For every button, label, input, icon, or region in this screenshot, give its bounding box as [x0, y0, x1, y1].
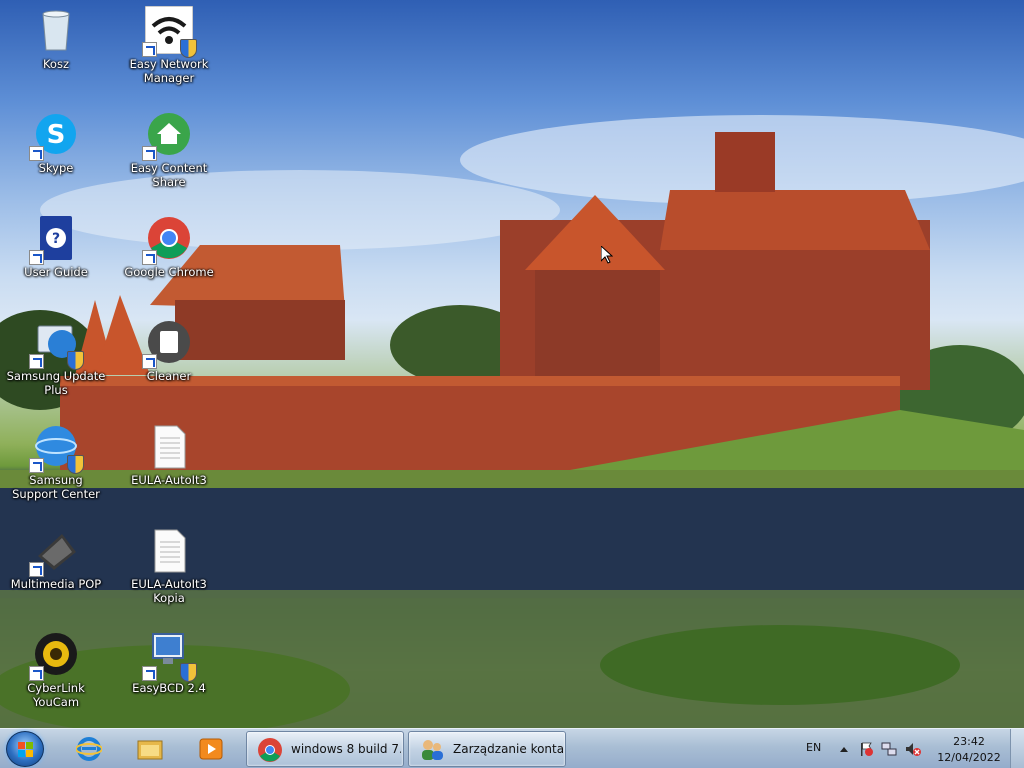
shortcut-arrow-icon: [142, 354, 157, 369]
desktop-icon-easy-network-manager[interactable]: Easy Network Manager: [118, 5, 220, 85]
desktop-icon-samsung-update-plus[interactable]: Samsung Update Plus: [5, 318, 107, 397]
desktop-icon-skype[interactable]: S Skype: [5, 110, 107, 175]
svg-text:?: ?: [52, 231, 60, 247]
content-share-icon: [142, 110, 193, 161]
desktop-icon-label: Easy Content Share: [130, 161, 208, 189]
internet-explorer-icon: [76, 737, 102, 761]
desktop-icon-label: EULA-AutoIt3: [131, 473, 207, 487]
show-hidden-icons-icon[interactable]: [836, 741, 852, 757]
shortcut-arrow-icon: [142, 250, 157, 265]
desktop-icon-label: Google Chrome: [124, 265, 214, 279]
taskbar-pin-media-player[interactable]: [184, 731, 238, 767]
volume-muted-icon[interactable]: [905, 741, 921, 757]
desktop-icon-label: Samsung Update Plus: [6, 369, 106, 397]
desktop-icon-label: User Guide: [24, 265, 88, 279]
taskbar: windows 8 build 7... Zarządzanie konta..…: [0, 728, 1024, 768]
help-book-icon: ?: [29, 214, 80, 265]
desktop-icon-easybcd[interactable]: EasyBCD 2.4: [118, 630, 220, 695]
desktop-icon-label: Multimedia POP: [10, 577, 102, 591]
cleaner-icon: [142, 318, 193, 369]
system-clock[interactable]: 23:42 12/04/2022: [934, 734, 1004, 766]
desktop-icon-label: CyberLink YouCam: [27, 681, 85, 709]
show-desktop-button[interactable]: [1010, 729, 1024, 768]
desktop-icon-label: Kosz: [42, 57, 70, 71]
file-explorer-icon: [137, 740, 163, 760]
taskbar-pin-file-explorer[interactable]: [123, 731, 177, 767]
uac-shield-icon: [180, 39, 197, 58]
desktop-icon-label: Samsung Support Center: [12, 473, 100, 501]
desktop-icon-label: Easy Network Manager: [129, 57, 209, 85]
desktop[interactable]: Kosz S Skype ? User Guide Samsung Update…: [0, 0, 1024, 728]
taskbar-task-user-accounts[interactable]: Zarządzanie konta...: [408, 731, 566, 767]
desktop-icon-cleaner[interactable]: Cleaner: [118, 318, 220, 383]
shortcut-arrow-icon: [142, 146, 157, 161]
mouse-cursor-icon: [601, 246, 613, 264]
action-center-flag-icon[interactable]: [858, 741, 874, 757]
taskbar-task-title: Zarządzanie konta...: [453, 742, 563, 756]
shortcut-arrow-icon: [29, 562, 44, 577]
uac-shield-icon: [67, 455, 84, 474]
start-button[interactable]: [6, 731, 44, 767]
desktop-icon-kosz[interactable]: Kosz: [5, 6, 107, 71]
users-icon: [422, 740, 443, 760]
taskbar-task-chrome[interactable]: windows 8 build 7...: [246, 731, 404, 767]
windows-logo-icon: [18, 742, 34, 758]
clock-date: 12/04/2022: [937, 751, 1001, 764]
chrome-icon: [142, 214, 193, 265]
desktop-icon-easy-content-share[interactable]: Easy Content Share: [118, 110, 220, 189]
uac-shield-icon: [180, 663, 197, 682]
easybcd-icon: [142, 630, 197, 682]
taskbar-pin-internet-explorer[interactable]: [62, 731, 116, 767]
skype-icon: S: [29, 110, 80, 161]
shortcut-arrow-icon: [29, 666, 44, 681]
desktop-icon-multimedia-pop[interactable]: Multimedia POP: [5, 526, 107, 591]
uac-shield-icon: [67, 351, 84, 370]
chrome-icon: [258, 738, 282, 762]
text-file-icon: [145, 422, 193, 470]
svg-text:S: S: [47, 120, 66, 150]
clock-time: 23:42: [953, 735, 985, 748]
shortcut-arrow-icon: [142, 666, 157, 681]
desktop-icon-samsung-support-center[interactable]: Samsung Support Center: [5, 422, 107, 501]
samsung-update-icon: [29, 318, 84, 370]
text-file-icon: [145, 526, 193, 574]
desktop-icon-label: Skype: [38, 161, 74, 175]
desktop-icon-label: EULA-AutoIt3 Kopia: [131, 577, 207, 605]
desktop-icon-label: Cleaner: [146, 369, 192, 383]
desktop-icon-cyberlink-youcam[interactable]: CyberLink YouCam: [5, 630, 107, 709]
webcam-icon: [29, 630, 80, 681]
desktop-icon-google-chrome[interactable]: Google Chrome: [118, 214, 220, 279]
desktop-icon-eula-autoit3-kopia[interactable]: EULA-AutoIt3 Kopia: [118, 526, 220, 605]
multimedia-icon: [29, 526, 80, 577]
shortcut-arrow-icon: [29, 458, 44, 473]
shortcut-arrow-icon: [29, 250, 44, 265]
samsung-support-icon: [29, 422, 84, 474]
language-indicator[interactable]: EN: [806, 741, 821, 754]
network-icon[interactable]: [881, 741, 897, 757]
recycle-bin-icon: [32, 6, 80, 54]
shortcut-arrow-icon: [29, 146, 44, 161]
shortcut-arrow-icon: [142, 42, 157, 57]
desktop-icon-user-guide[interactable]: ? User Guide: [5, 214, 107, 279]
desktop-icon-label: EasyBCD 2.4: [132, 681, 206, 695]
shortcut-arrow-icon: [29, 354, 44, 369]
wifi-icon: [142, 5, 197, 58]
media-player-icon: [199, 738, 223, 760]
desktop-icon-eula-autoit3[interactable]: EULA-AutoIt3: [118, 422, 220, 487]
taskbar-task-title: windows 8 build 7...: [291, 742, 401, 756]
